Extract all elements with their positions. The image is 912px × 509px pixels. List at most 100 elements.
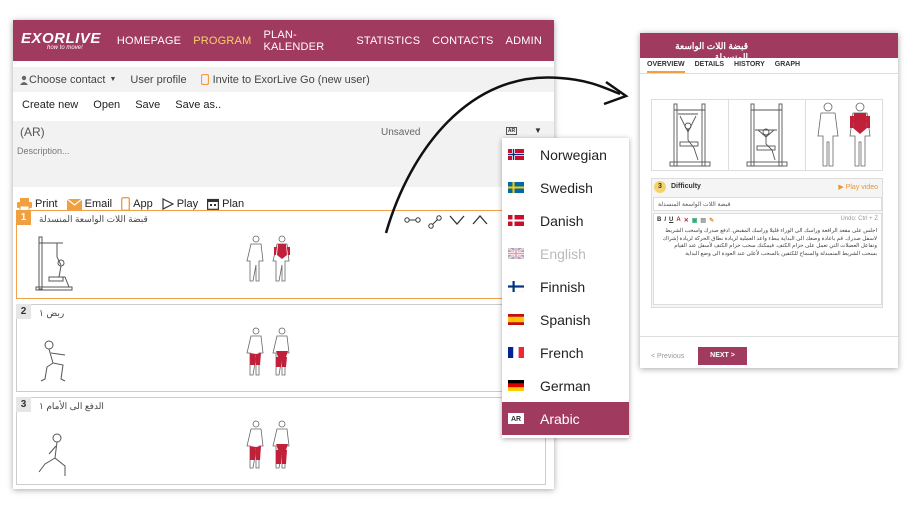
muscle-map [246,327,290,376]
language-badge[interactable]: AR [506,127,517,135]
exercise-detail-title: قبضة اللات الواسعة المنسدلة [640,33,898,62]
plan-button[interactable]: Plan [207,198,244,210]
tab-history[interactable]: HISTORY [734,61,765,73]
chevron-down-icon[interactable]: ▼ [534,126,542,135]
tab-details[interactable]: DETAILS [695,61,724,73]
text-color-icon[interactable]: A [676,217,680,223]
language-option-norwegian[interactable]: Norwegian [502,138,629,171]
description-field[interactable]: Description... [17,146,70,156]
choose-contact-button[interactable]: Choose contact ▼ [19,74,116,86]
print-button[interactable]: Print [17,197,58,211]
print-label: Print [35,198,58,210]
phone-icon [121,197,131,211]
save-as-button[interactable]: Save as.. [175,99,221,111]
app-button[interactable]: App [121,197,153,211]
nav-admin[interactable]: ADMIN [506,35,542,47]
spain-flag-icon [508,314,524,325]
user-profile-button[interactable]: User profile [130,74,186,86]
detail-footer: < Previous NEXT > [640,336,898,366]
language-label: Finnish [540,278,586,295]
editor-toolbar: B I U A ✕ ▣ ▤ ✎ Undo: Ctrl + Z [654,214,881,226]
language-label: French [540,344,584,361]
calendar-icon [207,198,220,210]
difficulty-section: 3 Difficulty ▶ Play video قبضة اللات الو… [651,178,883,308]
uk-flag-icon [508,248,524,259]
exercise-illustration [38,433,66,476]
next-button[interactable]: NEXT > [698,347,747,365]
invite-label: Invite to ExorLive Go (new user) [212,73,370,86]
language-option-french[interactable]: French [502,336,629,369]
create-new-button[interactable]: Create new [22,99,78,111]
norway-flag-icon [508,149,524,160]
bold-icon[interactable]: B [657,217,661,223]
underline-icon[interactable]: U [669,217,673,223]
language-label: Swedish [540,179,593,196]
language-option-swedish[interactable]: Swedish [502,171,629,204]
language-option-arabic[interactable]: AR Arabic [502,402,629,435]
exercise-images [651,99,883,171]
exercise-card[interactable]: 1 قبضة اللات الواسعة المنسدلة [16,210,546,299]
exercise-title-input[interactable]: قبضة اللات الواسعة المنسدلة [653,197,882,211]
language-option-finnish[interactable]: Finnish [502,270,629,303]
description-editor[interactable]: B I U A ✕ ▣ ▤ ✎ Undo: Ctrl + Z اجلس على … [653,213,882,305]
exercise-card[interactable]: 3 الدفع الى الأمام ١ [16,397,546,485]
tab-overview[interactable]: OVERVIEW [647,61,685,73]
italic-icon[interactable]: I [664,217,666,223]
exercise-title: ربض ١ [39,308,65,318]
muscle-map [817,102,871,167]
save-status: Unsaved [381,127,421,138]
language-option-spanish[interactable]: Spanish [502,303,629,336]
paste-icon[interactable]: ▤ [700,217,706,224]
superset-link-icon[interactable] [404,215,421,225]
nav-statistics[interactable]: STATISTICS [356,35,420,47]
logo-tagline: how to move! [47,45,83,51]
link-icon[interactable] [428,215,442,229]
exercise-card[interactable]: 2 ربض ١ [16,304,546,392]
language-label: Norwegian [540,146,607,163]
nav-plan-kalender[interactable]: PLAN-KALENDER [263,29,344,53]
play-button[interactable]: Play [162,198,198,210]
user-profile-label: User profile [130,73,187,86]
detail-tabs: OVERVIEW DETAILS HISTORY GRAPH [640,58,898,74]
difficulty-number: 3 [654,181,666,193]
previous-button[interactable]: < Previous [651,353,684,360]
language-option-german[interactable]: German [502,369,629,402]
save-button[interactable]: Save [135,99,160,111]
plan-name-field[interactable]: (AR) [20,125,45,139]
exercise-title: قبضة اللات الواسعة المنسدلة [39,214,148,224]
top-navigation: EXORLIVE how to move! HOMEPAGE PROGRAM P… [13,20,554,61]
invite-button[interactable]: Invite to ExorLive Go (new user) [200,73,370,86]
nav-program[interactable]: PROGRAM [193,35,251,47]
chevron-down-icon: ▼ [109,76,117,83]
exercise-muscle-map[interactable] [806,100,882,170]
nav-homepage[interactable]: HOMEPAGE [117,35,181,47]
choose-contact-label: Choose contact [29,73,106,86]
play-video-link[interactable]: ▶ Play video [838,183,878,191]
image-icon[interactable]: ▣ [692,217,698,224]
email-button[interactable]: Email [66,198,113,210]
phone-icon [200,74,209,85]
nav-contacts[interactable]: CONTACTS [432,35,493,47]
undo-hint: Undo: Ctrl + Z [840,216,878,222]
language-label: Arabic [540,410,580,427]
language-option-english: English [502,237,629,270]
program-window: EXORLIVE how to move! HOMEPAGE PROGRAM P… [13,20,554,489]
svg-text:AR: AR [511,416,521,423]
language-option-danish[interactable]: Danish [502,204,629,237]
tab-graph[interactable]: GRAPH [775,61,800,73]
chevron-up-icon[interactable] [472,215,488,225]
open-button[interactable]: Open [93,99,120,111]
envelope-icon [66,198,82,210]
email-label: Email [84,198,113,210]
finland-flag-icon [508,281,524,292]
exercise-number: 2 [16,304,31,319]
language-label: Danish [540,212,584,229]
exorlive-logo[interactable]: EXORLIVE how to move! [21,30,101,51]
brush-icon[interactable]: ✎ [709,217,714,224]
exercise-detail-window: قبضة اللات الواسعة المنسدلة OVERVIEW DET… [640,33,898,368]
exercise-image-end[interactable] [729,100,806,170]
chevron-down-icon[interactable] [449,215,465,225]
clear-format-icon[interactable]: ✕ [684,217,689,224]
exercise-image-start[interactable] [652,100,729,170]
file-toolbar: Create new Open Save Save as.. [13,92,554,118]
